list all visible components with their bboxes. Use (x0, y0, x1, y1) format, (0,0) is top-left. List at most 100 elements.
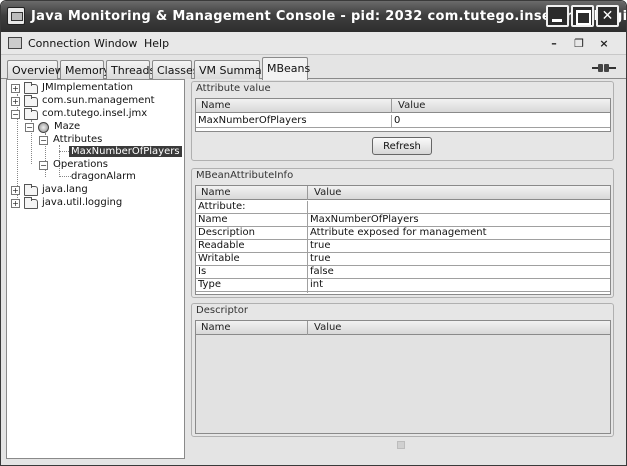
table-row[interactable]: Attribute: (196, 201, 610, 214)
panel-title: MBeanAttributeInfo (196, 170, 294, 181)
table-header: Name Value (196, 321, 610, 335)
tree-node-label: JMImplementation (42, 82, 133, 93)
folder-icon (24, 82, 38, 94)
column-divider[interactable] (307, 321, 308, 335)
tab-vm-summary[interactable]: VM Summary (194, 60, 273, 79)
column-header-name[interactable]: Name (201, 187, 231, 198)
java-console-icon (7, 7, 25, 25)
connection-plug-icon (592, 64, 616, 72)
tree-node-java-util-logging[interactable]: + java.util.logging (11, 197, 181, 210)
tree-node-label: Attributes (53, 134, 103, 145)
table-row[interactable]: Writable true (196, 253, 610, 266)
column-divider (391, 115, 392, 128)
column-header-name[interactable]: Name (201, 100, 231, 111)
tree-node-label: com.tutego.insel.jmx (42, 108, 148, 119)
column-divider[interactable] (307, 186, 308, 200)
menu-help[interactable]: Help (144, 37, 169, 50)
tree-node-java-lang[interactable]: + java.lang (11, 184, 181, 197)
window-maximize-button[interactable] (571, 5, 594, 27)
collapse-toggle-icon[interactable]: − (39, 161, 48, 170)
inner-restore-button[interactable]: ❐ (571, 36, 587, 51)
title-bar: Java Monitoring & Management Console - p… (1, 1, 626, 32)
column-header-value[interactable]: Value (398, 100, 425, 111)
column-header-name[interactable]: Name (201, 322, 231, 333)
cell-name: Name (198, 214, 228, 225)
folder-icon (24, 184, 38, 196)
mbean-attribute-info-panel: MBeanAttributeInfo Name Value Attribute:… (191, 168, 614, 298)
tree-node-com-sun-management[interactable]: + com.sun.management (11, 95, 181, 108)
menu-connection[interactable]: Connection (28, 37, 90, 50)
cell-value[interactable]: 0 (394, 115, 400, 126)
inner-minimize-button[interactable]: – (546, 36, 562, 51)
tree-node-label: com.sun.management (42, 95, 155, 106)
tree-node-jmimplementation[interactable]: + JMImplementation (11, 82, 181, 95)
tab-overview[interactable]: Overview (7, 60, 64, 79)
cell-value: int (310, 279, 324, 290)
expand-toggle-icon[interactable]: + (11, 186, 20, 195)
cell-value: Attribute exposed for management (310, 227, 487, 238)
table-row[interactable]: Type int (196, 279, 610, 292)
window-minimize-button[interactable] (546, 5, 569, 27)
table-row[interactable]: Description Attribute exposed for manage… (196, 227, 610, 240)
cell-name: Attribute: (198, 201, 246, 212)
tree-node-maze[interactable]: − Maze (25, 121, 175, 134)
cell-name: MaxNumberOfPlayers (198, 115, 307, 126)
attribute-value-panel: Attribute value Name Value MaxNumberOfPl… (191, 81, 614, 161)
column-header-value[interactable]: Value (314, 322, 341, 333)
collapse-toggle-icon[interactable]: − (39, 136, 48, 145)
folder-open-icon (24, 108, 38, 120)
tab-mbeans[interactable]: MBeans (262, 57, 310, 80)
table-row[interactable]: MaxNumberOfPlayers 0 (196, 115, 610, 128)
expand-toggle-icon[interactable]: + (11, 84, 20, 93)
menu-window[interactable]: Window (94, 37, 137, 50)
cell-value: MaxNumberOfPlayers (310, 214, 419, 225)
descriptor-table: Name Value (195, 320, 611, 434)
mbean-attribute-info-table: Name Value Attribute: Name MaxNumberOfPl… (195, 185, 611, 295)
resize-grip[interactable] (397, 441, 405, 449)
panel-title: Descriptor (196, 305, 248, 316)
tree-node-label: java.lang (42, 184, 88, 195)
table-row[interactable]: Name MaxNumberOfPlayers (196, 214, 610, 227)
column-header-value[interactable]: Value (314, 187, 341, 198)
folder-icon (24, 95, 38, 107)
expand-toggle-icon[interactable]: + (11, 199, 20, 208)
cell-value: true (310, 253, 331, 264)
table-row[interactable]: Readable true (196, 240, 610, 253)
attribute-value-table: Name Value MaxNumberOfPlayers 0 (195, 98, 611, 132)
app-menu-icon[interactable] (8, 37, 22, 49)
folder-icon (24, 197, 38, 209)
tab-memory[interactable]: Memory (60, 60, 110, 79)
collapse-toggle-icon[interactable]: − (11, 110, 20, 119)
tab-strip: Overview Memory Threads Classes VM Summa… (1, 55, 626, 80)
menu-bar: Connection Window Help – ❐ × (1, 32, 626, 55)
panel-title: Attribute value (196, 83, 271, 94)
inner-close-button[interactable]: × (596, 36, 612, 51)
collapse-toggle-icon[interactable]: − (25, 123, 34, 132)
cell-name: Writable (198, 253, 240, 264)
cell-name: Type (198, 279, 221, 290)
table-header: Name Value (196, 186, 610, 200)
tree-node-maxnumberofplayers[interactable]: MaxNumberOfPlayers (69, 146, 182, 159)
mbean-tree[interactable]: + JMImplementation + com.sun.management … (6, 79, 185, 459)
app-window: Java Monitoring & Management Console - p… (0, 0, 627, 466)
cell-value: true (310, 240, 331, 251)
close-icon: ✕ (601, 8, 614, 24)
tree-node-label: Maze (54, 121, 81, 132)
window-close-button[interactable]: ✕ (596, 5, 619, 27)
window-title: Java Monitoring & Management Console - p… (31, 9, 627, 24)
refresh-button[interactable]: Refresh (372, 137, 432, 155)
tree-node-label: java.util.logging (42, 197, 123, 208)
expand-toggle-icon[interactable]: + (11, 97, 20, 106)
tab-threads[interactable]: Threads (106, 60, 155, 79)
cell-name: Readable (198, 240, 245, 251)
tree-node-label-selected: MaxNumberOfPlayers (69, 146, 182, 157)
tree-node-label: dragonAlarm (71, 171, 136, 182)
cell-name: Is (198, 266, 207, 277)
table-row[interactable]: Is false (196, 266, 610, 279)
tree-node-com-tutego-insel-jmx[interactable]: − com.tutego.insel.jmx (11, 108, 181, 121)
column-divider[interactable] (391, 99, 392, 113)
tab-classes[interactable]: Classes (152, 60, 198, 79)
tree-node-dragonalarm[interactable]: dragonAlarm (71, 171, 181, 184)
descriptor-panel: Descriptor Name Value (191, 303, 614, 437)
cell-name: Description (198, 227, 255, 238)
